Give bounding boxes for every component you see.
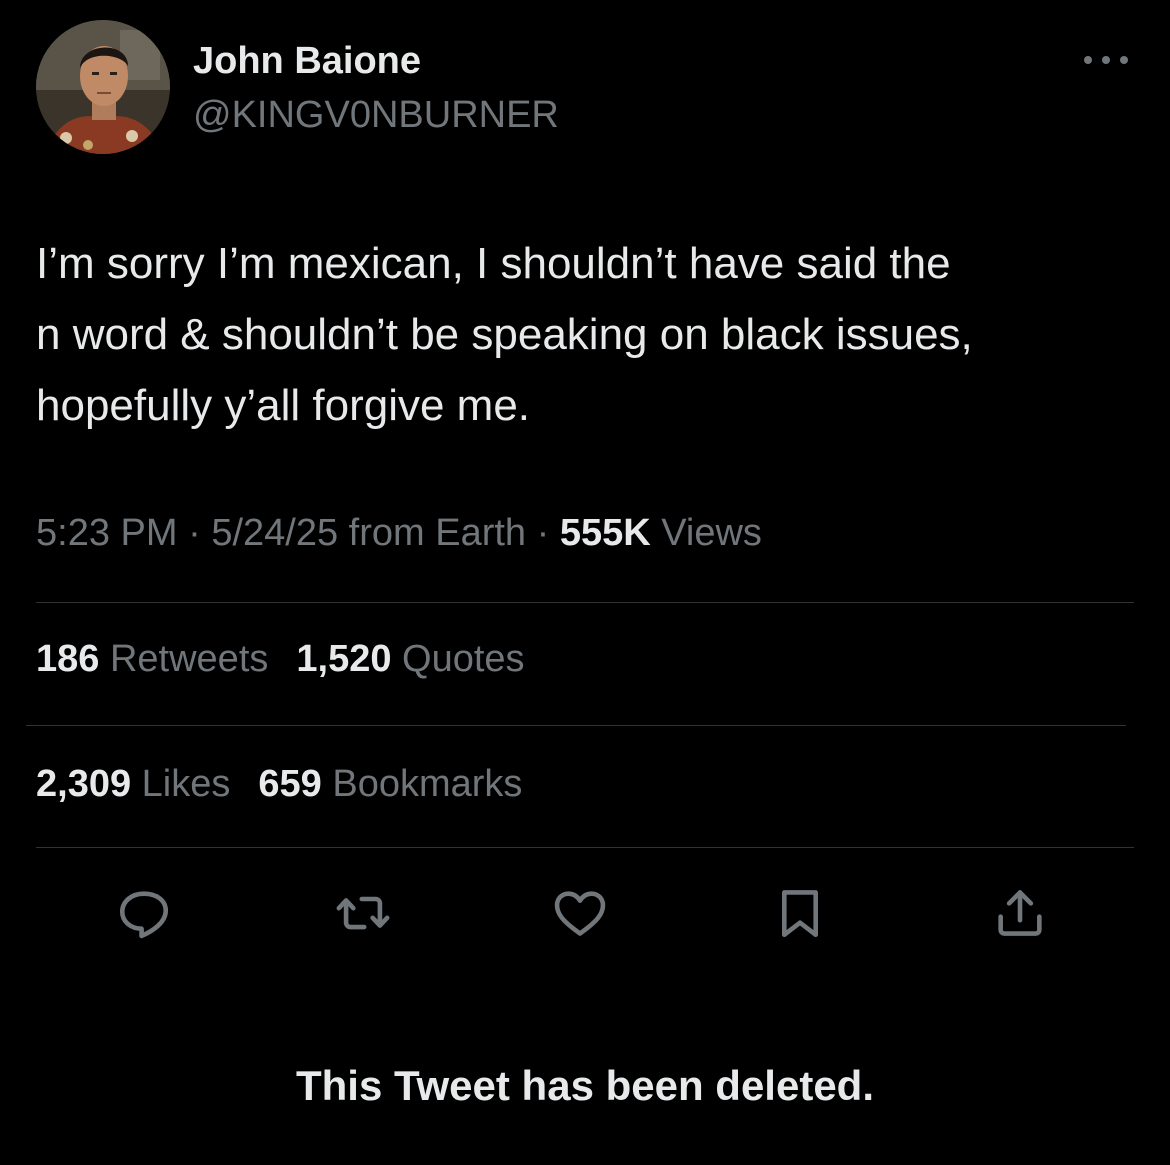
avatar[interactable]	[36, 20, 170, 154]
stats-row-2: 2,309 Likes 659 Bookmarks	[36, 763, 522, 806]
tweet-text-line: I’m sorry I’m mexican, I shouldn’t have …	[36, 239, 951, 288]
meta-separator: ·	[188, 512, 201, 554]
quotes-count: 1,520	[296, 638, 392, 680]
tweet-source: from Earth	[348, 512, 527, 554]
tweet-text-line: n word & shouldn’t be speaking on black …	[36, 310, 973, 359]
divider	[36, 847, 1134, 848]
tweet-header: John Baione @KINGV0NBURNER	[36, 20, 1136, 156]
likes-label: Likes	[141, 763, 231, 805]
quotes-label: Quotes	[402, 638, 525, 680]
retweet-button[interactable]	[331, 878, 395, 948]
tweet-text: I’m sorry I’m mexican, I shouldn’t have …	[36, 228, 1136, 441]
tweet-text-line: hopefully y’all forgive me.	[36, 381, 531, 430]
like-button[interactable]	[548, 878, 612, 948]
retweets-label: Retweets	[109, 638, 269, 680]
tweet-date[interactable]: 5/24/25	[211, 512, 338, 554]
bookmarks-stat[interactable]: 659 Bookmarks	[258, 763, 522, 806]
bookmarks-count: 659	[258, 763, 322, 805]
avatar-image	[36, 20, 170, 154]
likes-count: 2,309	[36, 763, 132, 805]
bookmark-icon	[781, 890, 819, 938]
bookmarks-label: Bookmarks	[332, 763, 523, 805]
deleted-notice: This Tweet has been deleted.	[295, 1062, 875, 1109]
tweet-meta: 5:23 PM · 5/24/25 from Earth · 555K View…	[36, 512, 762, 555]
share-button[interactable]	[988, 878, 1052, 948]
reply-icon	[119, 891, 169, 939]
more-dot	[1120, 56, 1128, 64]
likes-stat[interactable]: 2,309 Likes	[36, 763, 230, 806]
quotes-stat[interactable]: 1,520 Quotes	[296, 638, 524, 681]
retweet-icon	[336, 896, 390, 930]
more-options-icon[interactable]	[1084, 50, 1128, 70]
views-label: Views	[661, 512, 762, 554]
more-dot	[1102, 56, 1110, 64]
stats-row-1: 186 Retweets 1,520 Quotes	[36, 638, 525, 681]
retweets-count: 186	[36, 638, 100, 680]
like-icon	[554, 891, 606, 936]
divider	[36, 602, 1134, 603]
reply-button[interactable]	[112, 878, 176, 948]
tweet-time[interactable]: 5:23 PM	[36, 512, 178, 554]
bookmark-button[interactable]	[768, 878, 832, 948]
author-handle[interactable]: @KINGV0NBURNER	[193, 94, 559, 137]
views-count: 555K	[559, 512, 651, 554]
more-dot	[1084, 56, 1092, 64]
action-bar	[36, 878, 1136, 948]
retweets-stat[interactable]: 186 Retweets	[36, 638, 268, 681]
meta-separator: ·	[536, 512, 550, 554]
share-icon	[998, 890, 1042, 936]
author-display-name[interactable]: John Baione	[193, 40, 421, 83]
divider	[26, 725, 1126, 726]
